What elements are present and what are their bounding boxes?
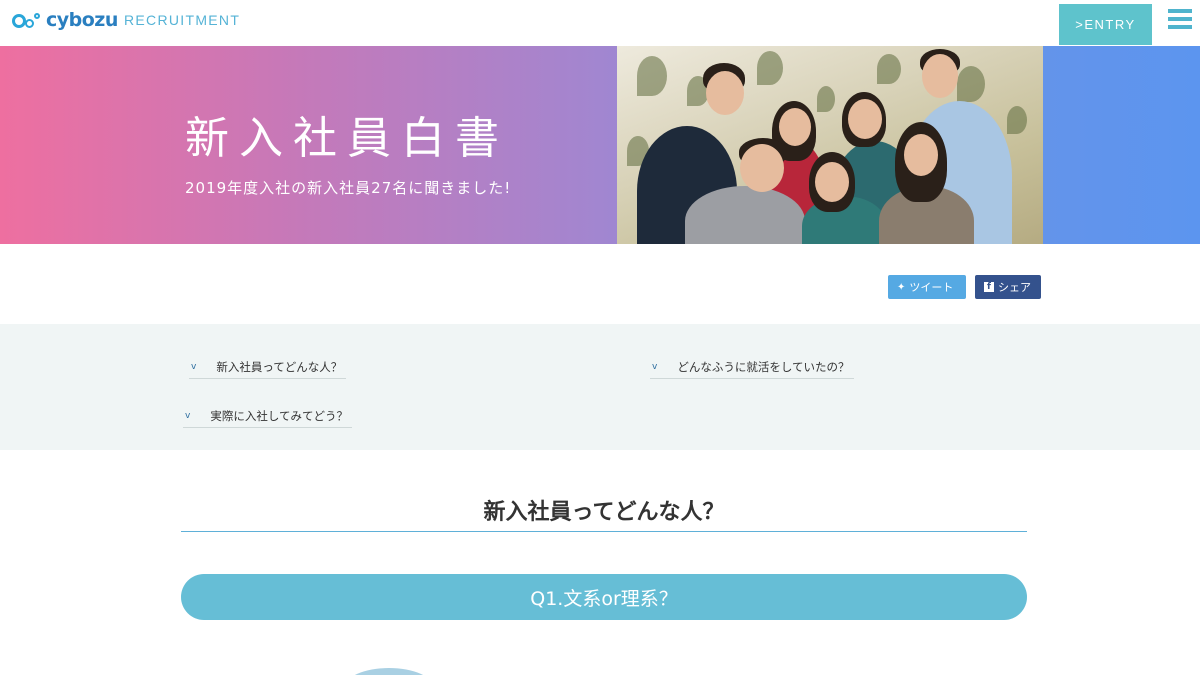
hero-subtitle: 2019年度入社の新入社員27名に聞きました! (185, 179, 512, 197)
question-heading: Q1.文系or理系？ (181, 574, 1027, 620)
table-of-contents: v 新入社員ってどんな人？ v どんなふうに就活をしていたの？ v 実際に入社し… (0, 324, 1200, 450)
menu-icon[interactable] (1168, 9, 1192, 37)
entry-button[interactable]: >ENTRY (1059, 4, 1152, 45)
facebook-icon: f (984, 282, 994, 292)
hero-title: 新入社員白書 (185, 113, 509, 164)
toc-item-label: どんなふうに就活をしていたの？ (677, 359, 850, 374)
pie-chart-peek (344, 668, 434, 675)
tweet-button[interactable]: ✦ ツイート (888, 275, 966, 299)
group-photo (617, 46, 1043, 244)
cybozu-logo-mark-icon (12, 9, 42, 31)
toc-item-label: 実際に入社してみてどう？ (210, 408, 348, 423)
toc-item-after-joining[interactable]: v 実際に入社してみてどう？ (183, 404, 352, 428)
toc-item-who[interactable]: v 新入社員ってどんな人？ (189, 355, 346, 379)
twitter-icon: ✦ (897, 281, 906, 293)
tweet-label: ツイート (909, 281, 954, 294)
toc-item-label: 新入社員ってどんな人？ (216, 359, 343, 374)
share-label: シェア (998, 281, 1031, 294)
chevron-down-icon: v (652, 361, 658, 372)
recruitment-label: RECRUITMENT (124, 12, 241, 28)
toc-item-job-hunting[interactable]: v どんなふうに就活をしていたの？ (650, 355, 854, 379)
section-title: 新入社員ってどんな人？ (181, 494, 1027, 532)
logo-text: cybozu (46, 9, 118, 31)
hero-banner: 新入社員白書 2019年度入社の新入社員27名に聞きました! (0, 46, 1200, 244)
site-header: cybozu RECRUITMENT >ENTRY (0, 0, 1200, 46)
facebook-share-button[interactable]: f シェア (975, 275, 1041, 299)
cybozu-logo[interactable]: cybozu (12, 8, 118, 32)
chevron-down-icon: v (185, 410, 191, 421)
chevron-down-icon: v (191, 361, 197, 372)
